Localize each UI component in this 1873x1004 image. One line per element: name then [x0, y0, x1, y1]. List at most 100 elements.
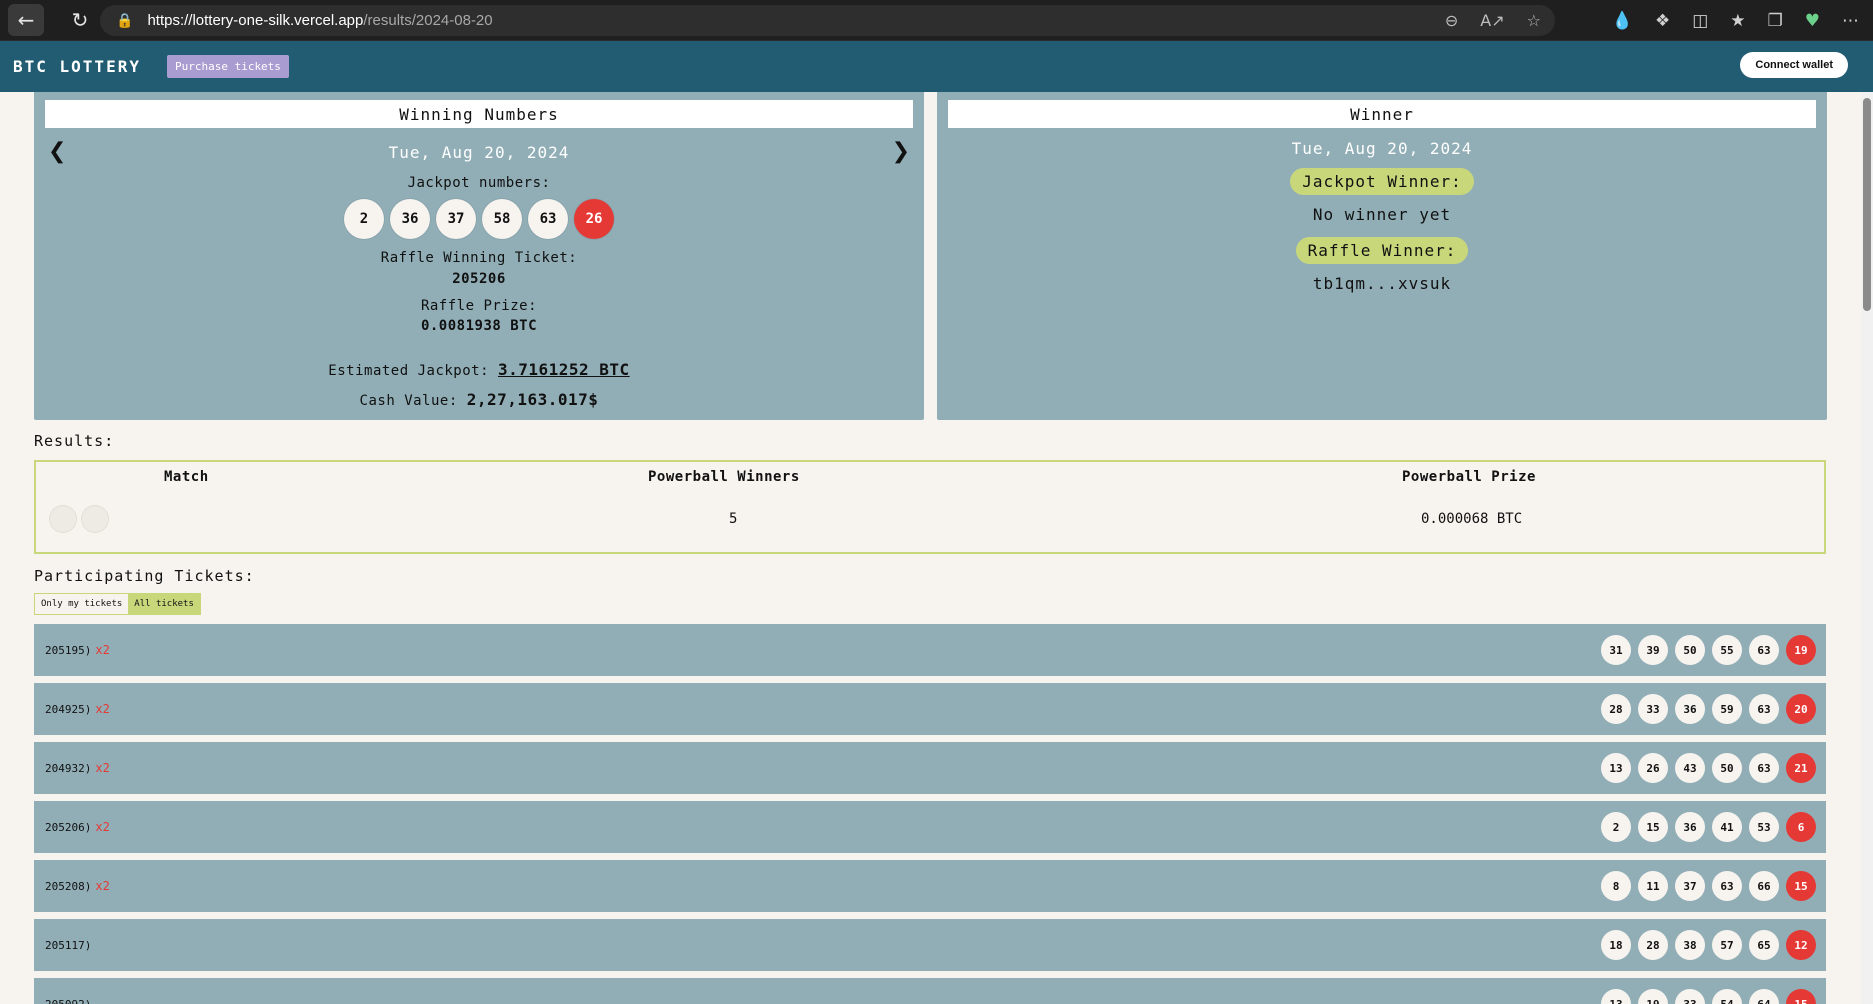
ticket-ball: 26	[1638, 753, 1668, 783]
raffle-ticket-label: Raffle Winning Ticket:	[380, 250, 578, 266]
ticket-numbers: 31 39 50 55 63 19	[1601, 635, 1816, 665]
collections-icon[interactable]: ❐	[1768, 11, 1783, 31]
ticket-ball: 59	[1712, 694, 1742, 724]
ticket-row[interactable]: 205208) x2 8 11 37 63 66 15	[34, 860, 1826, 912]
results-table: Match Powerball Winners Powerball Prize …	[34, 460, 1826, 554]
ticket-ball: 13	[1601, 989, 1631, 1004]
extensions-puzzle-icon[interactable]: ❖	[1655, 11, 1670, 31]
ticket-number: 205206)	[45, 820, 92, 834]
ticket-numbers: 13 19 33 54 64 15	[1601, 989, 1816, 1004]
split-screen-icon[interactable]: ◫	[1692, 11, 1708, 31]
jackpot-numbers: 2 36 37 58 63 26	[34, 199, 924, 239]
purchase-tickets-button[interactable]: Purchase tickets	[166, 55, 289, 78]
ticket-ball: 57	[1712, 930, 1742, 960]
ticket-numbers: 2 15 36 41 53 6	[1601, 812, 1816, 842]
jackpot-numbers-label: Jackpot numbers:	[407, 175, 551, 191]
powerball: 26	[574, 199, 614, 239]
ticket-number: 204925)	[45, 702, 92, 716]
ticket-ball: 19	[1638, 989, 1668, 1004]
winning-numbers-panel: Winning Numbers ❮ ❯ Tue, Aug 20, 2024 Ja…	[34, 92, 924, 420]
ticket-id: 205117)	[45, 919, 91, 971]
ticket-number: 205117)	[45, 938, 92, 952]
jackpot-ball: 2	[344, 199, 384, 239]
ticket-row[interactable]: 205092) 13 19 33 54 64 15	[34, 978, 1826, 1004]
ticket-row[interactable]: 205206) x2 2 15 36 41 53 6	[34, 801, 1826, 853]
back-icon[interactable]: ←	[8, 4, 44, 36]
participating-tickets-label: Participating Tickets:	[34, 567, 255, 585]
powerball-prize-value: 0.000068 BTC	[1421, 511, 1523, 527]
ticket-multiplier: x2	[95, 702, 110, 716]
ticket-ball: 64	[1749, 989, 1779, 1004]
ticket-row[interactable]: 205195) x2 31 39 50 55 63 19	[34, 624, 1826, 676]
results-label: Results:	[34, 432, 115, 450]
estimated-jackpot-value[interactable]: 3.7161252 BTC	[498, 360, 630, 379]
ticket-numbers: 8 11 37 63 66 15	[1601, 871, 1816, 901]
winner-title: Winner	[948, 100, 1816, 128]
url-path: /results/2024-08-20	[363, 12, 493, 29]
ticket-powerball: 6	[1786, 812, 1816, 842]
draw-date: Tue, Aug 20, 2024	[388, 143, 570, 162]
ticket-number: 205208)	[45, 879, 92, 893]
browser-essentials-icon[interactable]: ♥	[1805, 11, 1820, 31]
match-ball-placeholder	[82, 506, 108, 532]
more-menu-icon[interactable]: ⋯	[1842, 11, 1859, 31]
ticket-powerball: 19	[1786, 635, 1816, 665]
raffle-winner-address[interactable]: tb1qm...xvsuk	[937, 274, 1827, 293]
estimated-jackpot: Estimated Jackpot: 3.7161252 BTC	[34, 360, 924, 379]
match-ball-placeholder	[50, 506, 76, 532]
ticket-ball: 33	[1638, 694, 1668, 724]
favorites-icon[interactable]: ★	[1730, 11, 1745, 31]
raffle-ticket-value: 205206	[452, 271, 506, 287]
ticket-number: 205195)	[45, 643, 92, 657]
ticket-ball: 28	[1638, 930, 1668, 960]
site-logo[interactable]: BTC LOTTERY	[13, 57, 141, 76]
ticket-ball: 55	[1712, 635, 1742, 665]
ticket-ball: 36	[1675, 694, 1705, 724]
ticket-ball: 63	[1749, 635, 1779, 665]
ticket-number: 205092)	[45, 997, 92, 1004]
ticket-ball: 65	[1749, 930, 1779, 960]
ticket-powerball: 12	[1786, 930, 1816, 960]
ticket-ball: 36	[1675, 812, 1705, 842]
ticket-powerball: 15	[1786, 989, 1816, 1004]
browser-toolbar: ← ↻ 🔒 https://lottery-one-silk.vercel.ap…	[0, 0, 1873, 41]
page-scrollbar[interactable]	[1861, 92, 1873, 1004]
ticket-numbers: 13 26 43 50 63 21	[1601, 753, 1816, 783]
only-my-tickets-option[interactable]: Only my tickets	[35, 594, 128, 614]
ticket-row[interactable]: 205117) 18 28 38 57 65 12	[34, 919, 1826, 971]
raffle-prize-label: Raffle Prize:	[420, 298, 538, 314]
ticket-row[interactable]: 204932) x2 13 26 43 50 63 21	[34, 742, 1826, 794]
ticket-powerball: 20	[1786, 694, 1816, 724]
powerball-winners-count: 5	[729, 511, 738, 527]
ticket-filter-toggle: Only my tickets All tickets	[34, 593, 201, 615]
extension-drop-icon[interactable]: 💧	[1612, 11, 1633, 31]
ticket-id: 204932) x2	[45, 742, 110, 794]
scrollbar-thumb[interactable]	[1863, 98, 1871, 311]
ticket-powerball: 15	[1786, 871, 1816, 901]
favorite-star-icon[interactable]: ☆	[1527, 11, 1541, 30]
url-host: https://lottery-one-silk.vercel.app	[147, 12, 364, 29]
ticket-multiplier: x2	[95, 820, 110, 834]
ticket-ball: 37	[1675, 871, 1705, 901]
ticket-multiplier: x2	[95, 643, 110, 657]
winning-numbers-title: Winning Numbers	[45, 100, 913, 128]
estimated-jackpot-label: Estimated Jackpot:	[328, 363, 490, 379]
connect-wallet-button[interactable]: Connect wallet	[1740, 52, 1848, 78]
winner-panel: Winner Tue, Aug 20, 2024 Jackpot Winner:…	[937, 92, 1827, 420]
raffle-winner-badge: Raffle Winner:	[937, 237, 1827, 264]
ticket-ball: 66	[1749, 871, 1779, 901]
powerball-prize-header: Powerball Prize	[1402, 469, 1536, 485]
ticket-row[interactable]: 204925) x2 28 33 36 59 63 20	[34, 683, 1826, 735]
reload-icon[interactable]: ↻	[64, 4, 96, 36]
ticket-ball: 43	[1675, 753, 1705, 783]
jackpot-winner-badge: Jackpot Winner:	[937, 168, 1827, 195]
zoom-out-icon[interactable]: ⊖	[1445, 11, 1458, 30]
address-bar[interactable]: 🔒 https://lottery-one-silk.vercel.app/re…	[100, 5, 1555, 36]
read-aloud-icon[interactable]: A↗	[1480, 11, 1504, 30]
ticket-id: 204925) x2	[45, 683, 110, 735]
ticket-ball: 53	[1749, 812, 1779, 842]
ticket-ball: 11	[1638, 871, 1668, 901]
ticket-ball: 41	[1712, 812, 1742, 842]
ticket-ball: 18	[1601, 930, 1631, 960]
all-tickets-option[interactable]: All tickets	[128, 594, 200, 614]
